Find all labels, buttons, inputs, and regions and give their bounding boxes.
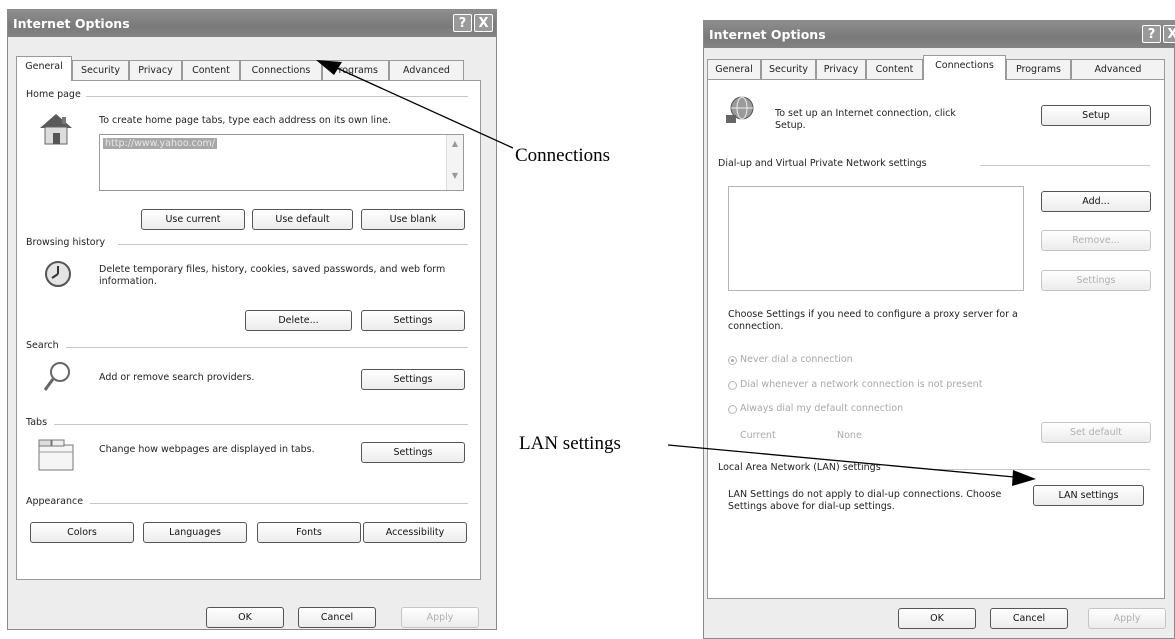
tab-connections[interactable]: Connections: [240, 60, 322, 80]
add-button[interactable]: Add...: [1041, 191, 1151, 212]
title-bar[interactable]: Internet Options: [8, 10, 496, 37]
home-page-url-textarea[interactable]: http://www.yahoo.com/ ▲ ▼: [99, 134, 464, 191]
scrollbar[interactable]: ▲ ▼: [446, 135, 463, 190]
close-button[interactable]: X: [474, 14, 493, 32]
current-label: Current: [740, 430, 776, 441]
languages-button[interactable]: Languages: [143, 522, 247, 543]
tab-content[interactable]: Content: [866, 59, 923, 79]
tab-connections[interactable]: Connections: [923, 55, 1006, 80]
apply-button[interactable]: Apply: [401, 607, 479, 628]
setup-button[interactable]: Setup: [1041, 105, 1151, 126]
tabs-settings-button[interactable]: Settings: [361, 442, 465, 463]
radio-always-dial[interactable]: [728, 405, 737, 414]
tabs-window-icon: [38, 439, 74, 474]
fonts-button[interactable]: Fonts: [257, 522, 361, 543]
tab-general[interactable]: General: [16, 56, 72, 81]
delete-button[interactable]: Delete...: [245, 310, 352, 331]
apply-button[interactable]: Apply: [1088, 608, 1166, 629]
search-settings-button[interactable]: Settings: [361, 369, 465, 390]
lan-text: LAN Settings do not apply to dial-up con…: [728, 489, 1002, 512]
remove-button[interactable]: Remove...: [1041, 230, 1151, 251]
tab-content[interactable]: Content: [182, 60, 240, 80]
tab-panel-connections: [707, 79, 1165, 599]
search-legend: Search: [26, 340, 59, 351]
tab-privacy[interactable]: Privacy: [816, 59, 866, 79]
dialup-connections-list[interactable]: [728, 186, 1024, 291]
tabs-text: Change how webpages are displayed in tab…: [99, 444, 315, 455]
colors-button[interactable]: Colors: [30, 522, 134, 543]
radio-never-dial[interactable]: [728, 356, 737, 365]
divider: [980, 165, 1150, 166]
close-button[interactable]: X: [1163, 25, 1175, 43]
set-default-button[interactable]: Set default: [1041, 422, 1151, 443]
browsing-history-text: Delete temporary files, history, cookies…: [99, 264, 446, 287]
tab-programs[interactable]: Programs: [1006, 59, 1071, 79]
cancel-button[interactable]: Cancel: [298, 607, 376, 628]
home-page-legend: Home page: [26, 89, 81, 100]
home-page-instructions: To create home page tabs, type each addr…: [99, 115, 391, 126]
help-button[interactable]: ?: [453, 14, 472, 32]
divider: [118, 244, 468, 245]
tabs-legend: Tabs: [26, 417, 48, 428]
scroll-up-arrow-icon[interactable]: ▲: [447, 139, 463, 148]
divider: [54, 424, 468, 425]
tab-security[interactable]: Security: [761, 59, 816, 79]
home-page-url: http://www.yahoo.com/: [103, 138, 217, 149]
tab-security[interactable]: Security: [72, 60, 129, 80]
current-value: None: [837, 430, 862, 441]
tab-privacy[interactable]: Privacy: [129, 60, 182, 80]
tab-advanced[interactable]: Advanced: [389, 60, 464, 80]
divider: [934, 469, 1150, 470]
globe-network-icon: [724, 93, 758, 130]
proxy-text: Choose Settings if you need to configure…: [728, 309, 1018, 332]
divider: [86, 96, 468, 97]
window-title: Internet Options: [13, 16, 130, 31]
lan-settings-button[interactable]: LAN settings: [1033, 485, 1144, 506]
history-settings-button[interactable]: Settings: [361, 310, 465, 331]
radio-dial-whenever-label: Dial whenever a network connection is no…: [740, 379, 983, 390]
use-current-button[interactable]: Use current: [141, 209, 245, 230]
radio-dial-whenever[interactable]: [728, 381, 737, 390]
cancel-button[interactable]: Cancel: [990, 608, 1068, 629]
house-icon: [38, 112, 74, 149]
dialup-settings-button[interactable]: Settings: [1041, 270, 1151, 291]
radio-never-dial-label: Never dial a connection: [740, 354, 853, 365]
radio-always-dial-label: Always dial my default connection: [740, 403, 904, 414]
internet-options-window-connections: Internet Options ? X General Security Pr…: [703, 20, 1175, 639]
divider: [90, 503, 468, 504]
lan-settings-callout-label: LAN settings: [519, 433, 621, 454]
connections-callout-label: Connections: [515, 145, 610, 166]
setup-text: To set up an Internet connection, click …: [775, 108, 956, 131]
history-clock-icon: [43, 259, 73, 292]
lan-legend: Local Area Network (LAN) settings: [718, 462, 881, 473]
title-bar[interactable]: Internet Options: [704, 21, 1174, 48]
help-button[interactable]: ?: [1142, 25, 1161, 43]
divider: [66, 347, 468, 348]
accessibility-button[interactable]: Accessibility: [363, 522, 467, 543]
search-magnifier-icon: [42, 360, 72, 397]
browsing-history-legend: Browsing history: [26, 237, 106, 248]
scroll-down-arrow-icon[interactable]: ▼: [447, 171, 463, 180]
dialup-legend: Dial-up and Virtual Private Network sett…: [718, 158, 927, 169]
ok-button[interactable]: OK: [898, 608, 976, 629]
tab-general[interactable]: General: [707, 59, 761, 79]
internet-options-window-general: Internet Options ? X General Security Pr…: [7, 9, 497, 630]
use-blank-button[interactable]: Use blank: [361, 209, 465, 230]
tab-advanced[interactable]: Advanced: [1071, 59, 1165, 79]
tab-programs[interactable]: Programs: [322, 60, 389, 80]
search-text: Add or remove search providers.: [99, 372, 255, 383]
window-title: Internet Options: [709, 27, 826, 42]
ok-button[interactable]: OK: [206, 607, 284, 628]
use-default-button[interactable]: Use default: [252, 209, 353, 230]
appearance-legend: Appearance: [26, 496, 84, 507]
